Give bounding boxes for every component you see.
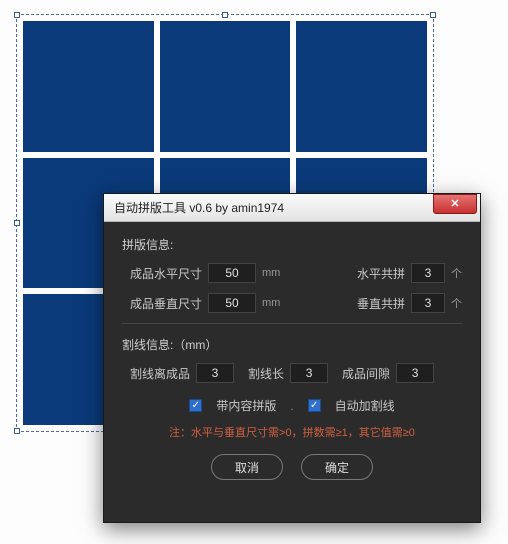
note-text: 注：水平与垂直尺寸需>0，拼数需≥1，其它值需≥0 (122, 424, 462, 440)
grid-cell (23, 21, 154, 152)
dialog-titlebar[interactable]: 自动拼版工具 v0.6 by amin1974 ✕ (104, 194, 480, 222)
unit-count: 个 (451, 265, 462, 281)
checkbox-with-content[interactable]: ✓ (189, 399, 202, 412)
checkbox-auto-cutline-label: 自动加割线 (335, 397, 395, 414)
imposition-dialog: 自动拼版工具 v0.6 by amin1974 ✕ 拼版信息: 成品水平尺寸 5… (103, 193, 481, 523)
selection-handle[interactable] (222, 12, 228, 18)
unit-mm: mm (262, 297, 280, 309)
selection-handle[interactable] (14, 428, 20, 434)
cut-offset-label: 割线离成品 (130, 365, 190, 382)
divider (122, 323, 462, 324)
cut-offset-input[interactable]: 3 (196, 363, 234, 383)
checkbox-with-content-label: 带内容拼版 (216, 397, 276, 414)
grid-cell (160, 21, 291, 152)
cut-len-label: 割线长 (248, 365, 284, 382)
gap-label: 成品间隙 (342, 365, 390, 382)
unit-count: 个 (451, 295, 462, 311)
close-icon: ✕ (450, 199, 459, 210)
vsize-input[interactable]: 50 (208, 293, 256, 313)
cancel-button[interactable]: 取消 (211, 454, 283, 480)
checkbox-auto-cutline[interactable]: ✓ (308, 399, 321, 412)
section-cut-title: 割线信息:（mm） (122, 336, 462, 353)
hcount-input[interactable]: 3 (411, 263, 445, 283)
selection-handle[interactable] (430, 12, 436, 18)
cut-len-input[interactable]: 3 (290, 363, 328, 383)
ok-button[interactable]: 确定 (301, 454, 373, 480)
section-imposition-title: 拼版信息: (122, 236, 462, 253)
hsize-input[interactable]: 50 (208, 263, 256, 283)
selection-handle[interactable] (14, 12, 20, 18)
close-button[interactable]: ✕ (433, 194, 477, 214)
gap-input[interactable]: 3 (396, 363, 434, 383)
vcount-input[interactable]: 3 (411, 293, 445, 313)
unit-mm: mm (262, 267, 280, 279)
separator-dot: . (290, 399, 293, 413)
hcount-label: 水平共拼 (357, 265, 405, 282)
hsize-label: 成品水平尺寸 (130, 265, 202, 282)
selection-handle[interactable] (14, 220, 20, 226)
dialog-title: 自动拼版工具 v0.6 by amin1974 (114, 199, 284, 216)
vcount-label: 垂直共拼 (357, 295, 405, 312)
vsize-label: 成品垂直尺寸 (130, 295, 202, 312)
grid-cell (296, 21, 427, 152)
